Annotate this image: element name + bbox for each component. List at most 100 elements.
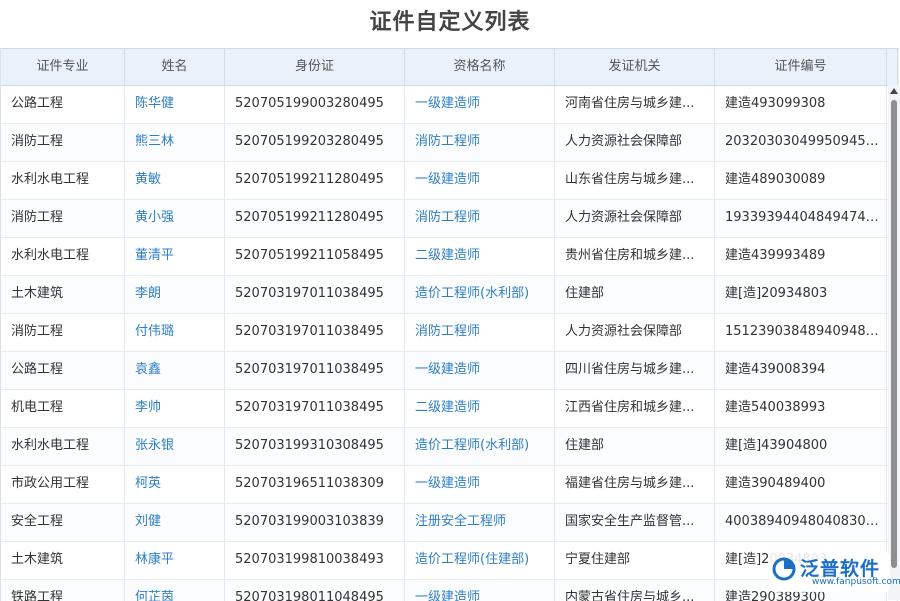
cell-issuer: 江西省住房和城乡建... [555,390,715,427]
cell-id-number: 520703199310308495 [225,428,405,465]
cell-specialty: 安全工程 [1,504,125,541]
cell-qualification[interactable]: 一级建造师 [405,580,555,601]
cell-cert-number: 15123903848940948492 8 [715,314,887,351]
table-row[interactable]: 消防工程付伟璐520703197011038495消防工程师人力资源社会保障部1… [1,314,899,352]
cell-cert-number: 建[造]20934803 [715,276,887,313]
cell-id-number: 520703197011038495 [225,276,405,313]
cell-name[interactable]: 李朗 [125,276,225,313]
cell-cert-number: 19339394404849474948 3 [715,200,887,237]
cell-name[interactable]: 李帅 [125,390,225,427]
cell-id-number: 520703196511038309 [225,466,405,503]
column-header-spacer [887,49,898,85]
table-row[interactable]: 水利水电工程黄敏520705199211280495一级建造师山东省住房与城乡建… [1,162,899,200]
column-header-issuer[interactable]: 发证机关 [555,49,715,85]
cell-id-number: 520703199810038493 [225,542,405,579]
cell-name[interactable]: 柯英 [125,466,225,503]
table-row[interactable]: 土木建筑林康平520703199810038493造价工程师(住建部)宁夏住建部… [1,542,899,580]
cell-issuer: 贵州省住房和城乡建... [555,238,715,275]
cell-qualification[interactable]: 造价工程师(水利部) [405,276,555,313]
cell-id-number: 520703197011038495 [225,390,405,427]
cell-issuer: 四川省住房与城乡建... [555,352,715,389]
cell-cert-number: 建造439993489 [715,238,887,275]
cell-issuer: 河南省住房与城乡建... [555,86,715,123]
cell-issuer: 住建部 [555,428,715,465]
cell-id-number: 520703199003103839 [225,504,405,541]
page-title: 证件自定义列表 [0,0,900,48]
table-row[interactable]: 公路工程袁鑫520703197011038495一级建造师四川省住房与城乡建..… [1,352,899,390]
table-row[interactable]: 公路工程陈华健520705199003280495一级建造师河南省住房与城乡建.… [1,86,899,124]
cell-qualification[interactable]: 消防工程师 [405,200,555,237]
cell-qualification[interactable]: 二级建造师 [405,238,555,275]
cell-id-number: 520705199211280495 [225,162,405,199]
cell-name[interactable]: 熊三林 [125,124,225,161]
table-row[interactable]: 消防工程熊三林520705199203280495消防工程师人力资源社会保障部2… [1,124,899,162]
cell-issuer: 人力资源社会保障部 [555,124,715,161]
cell-id-number: 520705199211058495 [225,238,405,275]
table-row[interactable]: 水利水电工程董清平520705199211058495二级建造师贵州省住房和城乡… [1,238,899,276]
cell-qualification[interactable]: 一级建造师 [405,466,555,503]
cell-name[interactable]: 刘健 [125,504,225,541]
cell-issuer: 内蒙古省住房与城乡... [555,580,715,601]
cell-id-number: 520705199211280495 [225,200,405,237]
cell-issuer: 人力资源社会保障部 [555,314,715,351]
cell-cert-number: 建造390489400 [715,466,887,503]
cell-qualification[interactable]: 一级建造师 [405,352,555,389]
column-header-cert-number[interactable]: 证件编号 [715,49,887,85]
cell-name[interactable]: 黄敏 [125,162,225,199]
cell-qualification[interactable]: 二级建造师 [405,390,555,427]
cell-qualification[interactable]: 消防工程师 [405,124,555,161]
scrollbar-thumb[interactable] [891,100,897,568]
cell-specialty: 土木建筑 [1,276,125,313]
cell-name[interactable]: 董清平 [125,238,225,275]
cell-specialty: 公路工程 [1,86,125,123]
cell-specialty: 土木建筑 [1,542,125,579]
cell-qualification[interactable]: 消防工程师 [405,314,555,351]
cell-specialty: 消防工程 [1,200,125,237]
cell-name[interactable]: 何芷茵 [125,580,225,601]
cell-name[interactable]: 张永银 [125,428,225,465]
table-body: 公路工程陈华健520705199003280495一级建造师河南省住房与城乡建.… [1,86,899,601]
column-header-id-number[interactable]: 身份证 [225,49,405,85]
cell-specialty: 消防工程 [1,314,125,351]
logo-mark-icon [772,557,796,581]
table-row[interactable]: 土木建筑李朗520703197011038495造价工程师(水利部)住建部建[造… [1,276,899,314]
cell-specialty: 市政公用工程 [1,466,125,503]
certificate-table: 证件专业 姓名 身份证 资格名称 发证机关 证件编号 公路工程陈华健520705… [0,48,899,601]
cell-cert-number: 40038940948040830348... [715,504,887,541]
cell-issuer: 山东省住房与城乡建... [555,162,715,199]
table-row[interactable]: 市政公用工程柯英520703196511038309一级建造师福建省住房与城乡建… [1,466,899,504]
table-row[interactable]: 消防工程黄小强520705199211280495消防工程师人力资源社会保障部1… [1,200,899,238]
column-header-specialty[interactable]: 证件专业 [1,49,125,85]
cell-qualification[interactable]: 注册安全工程师 [405,504,555,541]
cell-id-number: 520703198011048495 [225,580,405,601]
table-row[interactable]: 机电工程李帅520703197011038495二级建造师江西省住房和城乡建..… [1,390,899,428]
cell-specialty: 水利水电工程 [1,428,125,465]
cell-name[interactable]: 袁鑫 [125,352,225,389]
cell-qualification[interactable]: 造价工程师(住建部) [405,542,555,579]
table-row[interactable]: 水利水电工程张永银520703199310308495造价工程师(水利部)住建部… [1,428,899,466]
table-row[interactable]: 安全工程刘健520703199003103839注册安全工程师国家安全生产监督管… [1,504,899,542]
cell-specialty: 水利水电工程 [1,162,125,199]
cell-id-number: 520705199003280495 [225,86,405,123]
cell-name[interactable]: 付伟璐 [125,314,225,351]
cell-qualification[interactable]: 造价工程师(水利部) [405,428,555,465]
cell-specialty: 消防工程 [1,124,125,161]
scroll-up-arrow-icon[interactable] [890,88,898,94]
cell-cert-number: 建造439008394 [715,352,887,389]
cell-issuer: 人力资源社会保障部 [555,200,715,237]
column-header-name[interactable]: 姓名 [125,49,225,85]
column-header-qualification[interactable]: 资格名称 [405,49,555,85]
cell-id-number: 520703197011038495 [225,314,405,351]
cell-name[interactable]: 陈华健 [125,86,225,123]
cell-qualification[interactable]: 一级建造师 [405,162,555,199]
cell-name[interactable]: 黄小强 [125,200,225,237]
vertical-scrollbar[interactable] [888,85,900,600]
cell-specialty: 水利水电工程 [1,238,125,275]
table-row[interactable]: 铁路工程何芷茵520703198011048495一级建造师内蒙古省住房与城乡.… [1,580,899,601]
logo-url: www.fanpusoft.com [812,577,900,587]
cell-specialty: 铁路工程 [1,580,125,601]
cell-name[interactable]: 林康平 [125,542,225,579]
cell-id-number: 520705199203280495 [225,124,405,161]
cell-qualification[interactable]: 一级建造师 [405,86,555,123]
cell-issuer: 宁夏住建部 [555,542,715,579]
